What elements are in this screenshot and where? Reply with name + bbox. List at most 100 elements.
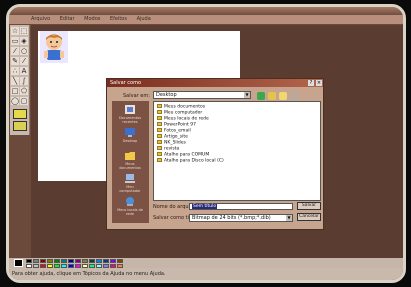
palette-swatch[interactable] bbox=[110, 263, 116, 268]
menu-bar: Arquivo Editar Modos Efeitos Ajuda bbox=[9, 15, 403, 24]
palette-swatch[interactable] bbox=[40, 263, 46, 268]
save-in-label: Salvar em: bbox=[123, 93, 150, 99]
list-item[interactable]: Atalho para Disco local (C) bbox=[157, 158, 224, 164]
palette-swatch[interactable] bbox=[26, 263, 32, 268]
save-in-value: Desktop bbox=[156, 92, 177, 98]
palette-swatch[interactable] bbox=[96, 263, 102, 268]
list-item[interactable]: Meus documentos bbox=[157, 104, 205, 110]
zoom-tool-icon[interactable]: ○ bbox=[20, 47, 28, 55]
place-my-computer[interactable]: Meu computador bbox=[116, 173, 144, 193]
palette-swatch[interactable] bbox=[89, 259, 95, 263]
line-tool-icon[interactable]: ╲ bbox=[11, 77, 19, 85]
menu-edit[interactable]: Editar bbox=[60, 16, 75, 22]
palette-swatch[interactable] bbox=[110, 259, 116, 263]
character-sticker bbox=[40, 31, 68, 63]
palette-swatch[interactable] bbox=[47, 263, 53, 268]
palette-swatch[interactable] bbox=[33, 259, 39, 263]
filetype-value: Bitmap de 24 bits (*.bmp;*.dib) bbox=[192, 215, 271, 221]
palette-swatch[interactable] bbox=[68, 259, 74, 263]
list-item[interactable]: NK_Slides bbox=[157, 140, 186, 146]
dialog-title: Salvar como bbox=[107, 79, 323, 87]
tool-option-alt[interactable] bbox=[13, 121, 27, 131]
ellipse-tool-icon[interactable]: ◯ bbox=[11, 97, 19, 105]
list-item[interactable]: revista bbox=[157, 146, 179, 152]
list-item[interactable]: Atalho para COMUM bbox=[157, 152, 209, 158]
eraser-tool-icon[interactable]: ▭ bbox=[11, 37, 19, 45]
palette-swatch[interactable] bbox=[68, 263, 74, 268]
rect-tool-icon[interactable]: □ bbox=[11, 87, 19, 95]
pencil-tool-icon[interactable]: ✎ bbox=[11, 57, 19, 65]
list-item[interactable]: Artigo_site bbox=[157, 134, 188, 140]
polygon-tool-icon[interactable]: ⬠ bbox=[20, 87, 28, 95]
filename-input[interactable]: Sem título bbox=[189, 203, 293, 210]
folder-icon bbox=[157, 122, 162, 126]
shortcut-icon bbox=[157, 158, 162, 162]
palette-swatch[interactable] bbox=[26, 259, 32, 263]
up-folder-icon[interactable] bbox=[268, 92, 276, 100]
folder-icon bbox=[157, 134, 162, 138]
app-titlebar bbox=[9, 7, 403, 15]
star-tool-icon[interactable]: ☆ bbox=[11, 27, 19, 35]
list-item[interactable]: Meus locais de rede bbox=[157, 116, 209, 122]
save-button[interactable]: Salvar bbox=[297, 202, 321, 210]
monitor-screen: Arquivo Editar Modos Efeitos Ajuda ☆ ⬚ ▭… bbox=[6, 4, 406, 283]
close-button[interactable]: × bbox=[316, 80, 322, 86]
folder-icon bbox=[157, 104, 162, 108]
palette-swatch[interactable] bbox=[47, 259, 53, 263]
current-color-swatch[interactable] bbox=[14, 259, 23, 267]
curve-tool-icon[interactable]: ∫ bbox=[20, 77, 28, 85]
palette-swatch[interactable] bbox=[61, 259, 67, 263]
palette-swatch[interactable] bbox=[82, 263, 88, 268]
list-item[interactable]: Fotos_email bbox=[157, 128, 191, 134]
help-button[interactable]: ? bbox=[308, 80, 314, 86]
menu-effects[interactable]: Efeitos bbox=[110, 16, 127, 22]
palette-swatch[interactable] bbox=[96, 259, 102, 263]
place-recent[interactable]: Documentos recentes bbox=[116, 104, 144, 124]
menu-file[interactable]: Arquivo bbox=[31, 16, 50, 22]
palette-swatch[interactable] bbox=[103, 259, 109, 263]
place-network[interactable]: Meus locais de rede bbox=[116, 196, 144, 216]
palette-swatch[interactable] bbox=[89, 263, 95, 268]
new-folder-icon[interactable] bbox=[279, 92, 287, 100]
fill-tool-icon[interactable]: ◈ bbox=[20, 37, 28, 45]
place-desktop[interactable]: Desktop bbox=[116, 127, 144, 143]
palette-swatch[interactable] bbox=[75, 263, 81, 268]
menu-help[interactable]: Ajuda bbox=[137, 16, 151, 22]
chevron-down-icon: ▼ bbox=[286, 215, 292, 221]
views-menu-icon[interactable] bbox=[290, 92, 298, 100]
palette-swatch[interactable] bbox=[61, 263, 67, 268]
palette-swatch[interactable] bbox=[117, 263, 123, 268]
back-icon[interactable] bbox=[257, 92, 265, 100]
eyedropper-tool-icon[interactable]: ⁄ bbox=[11, 47, 19, 55]
palette-swatch[interactable] bbox=[75, 259, 81, 263]
save-in-dropdown[interactable]: Desktop ▼ bbox=[153, 91, 251, 99]
palette-swatch[interactable] bbox=[54, 263, 60, 268]
select-tool-icon[interactable]: ⬚ bbox=[20, 27, 28, 35]
palette-swatch[interactable] bbox=[82, 259, 88, 263]
text-tool-icon[interactable]: A bbox=[20, 67, 28, 75]
folder-icon bbox=[157, 110, 162, 114]
list-item[interactable]: Meu computador bbox=[157, 110, 202, 116]
folder-icon bbox=[157, 128, 162, 132]
folder-icon bbox=[157, 116, 162, 120]
folder-icon bbox=[157, 146, 162, 150]
chevron-down-icon: ▼ bbox=[244, 92, 250, 98]
palette-swatch[interactable] bbox=[40, 259, 46, 263]
toolbox: ☆ ⬚ ▭ ◈ ⁄ ○ ✎ ⁄ ∴ A ╲ ∫ □ ⬠ ◯ ▢ bbox=[10, 25, 30, 135]
menu-view[interactable]: Modos bbox=[84, 16, 100, 22]
palette-swatch[interactable] bbox=[103, 263, 109, 268]
tool-option-selected[interactable] bbox=[13, 109, 27, 119]
list-item[interactable]: PowerPoint 97 bbox=[157, 122, 196, 128]
place-my-documents[interactable]: Meus documentos bbox=[116, 150, 144, 170]
my-computer-icon bbox=[125, 174, 135, 183]
save-as-dialog: Salvar como ? × Salvar em: Desktop ▼ Doc… bbox=[106, 78, 324, 230]
status-bar: Para obter ajuda, clique em Tópicos da A… bbox=[9, 268, 403, 280]
cancel-button[interactable]: Cancelar bbox=[297, 213, 321, 221]
palette-swatch[interactable] bbox=[33, 263, 39, 268]
roundrect-tool-icon[interactable]: ▢ bbox=[20, 97, 28, 105]
palette-swatch[interactable] bbox=[117, 259, 123, 263]
brush-tool-icon[interactable]: ⁄ bbox=[20, 57, 28, 65]
filetype-dropdown[interactable]: Bitmap de 24 bits (*.bmp;*.dib) ▼ bbox=[189, 214, 293, 222]
palette-swatch[interactable] bbox=[54, 259, 60, 263]
airbrush-tool-icon[interactable]: ∴ bbox=[11, 67, 19, 75]
